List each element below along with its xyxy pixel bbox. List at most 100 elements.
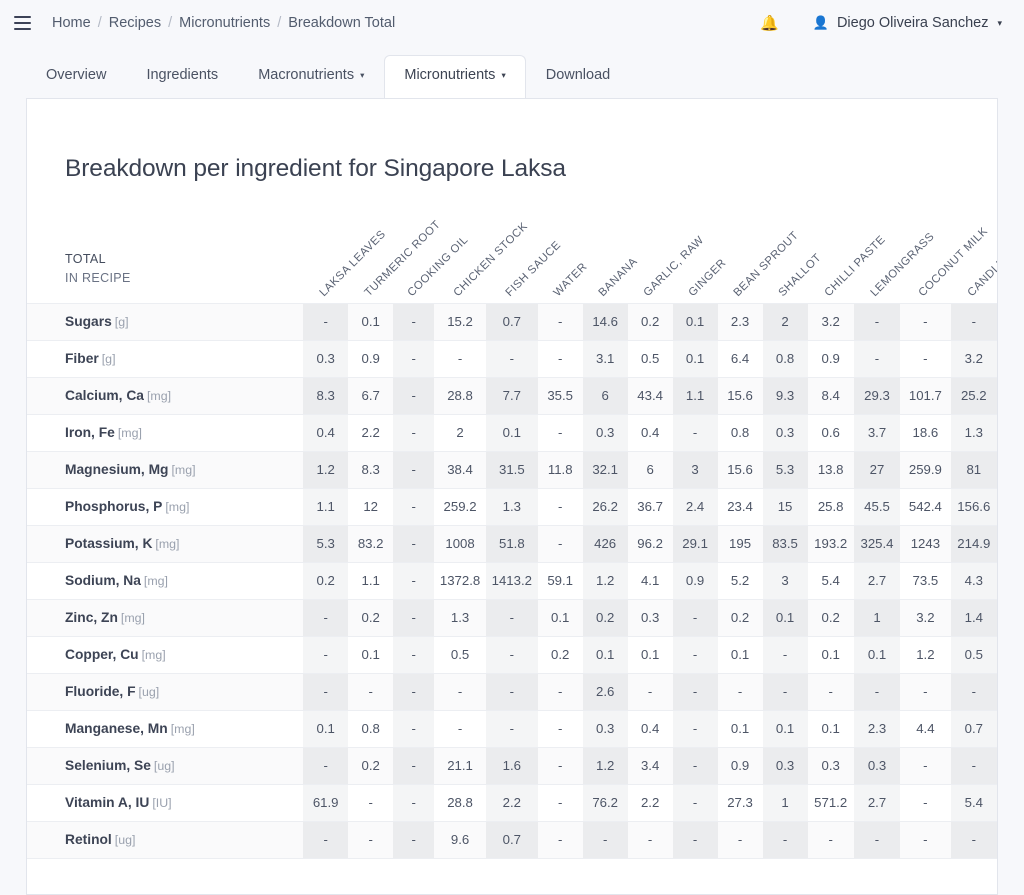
column-header-garlic-raw: GARLIC, RAW [628,203,673,303]
nutrient-name: Fiber [65,351,99,366]
table-cell: 3 [673,451,718,488]
nutrient-name: Phosphorus, P [65,499,162,514]
table-cell: 1.1 [303,488,348,525]
table-cell: 0.2 [808,599,854,636]
table-cell: 1.2 [900,636,950,673]
nutrient-label: Retinol[ug] [27,821,303,858]
breadcrumb-item-micronutrients[interactable]: Micronutrients [179,15,270,31]
top-bar: Home / Recipes / Micronutrients / Breakd… [0,0,1024,46]
table-cell: - [486,599,538,636]
breadcrumb-separator: / [277,15,281,31]
table-scroll-container[interactable]: TOTAL IN RECIPE LAKSA LEAVESTURMERIC ROO… [27,203,997,894]
table-cell: 542.4 [900,488,950,525]
nutrient-unit: [IU] [152,796,171,810]
table-cell: - [673,821,718,858]
table-cell: 28.8 [434,377,486,414]
table-cell: 4.3 [951,562,997,599]
table-cell: 15.6 [718,451,763,488]
table-cell: 5.4 [951,784,997,821]
table-cell: 43.4 [628,377,673,414]
nutrient-label: Phosphorus, P[mg] [27,488,303,525]
table-cell: - [434,340,486,377]
table-cell: 571.2 [808,784,854,821]
table-cell: 3.1 [583,340,628,377]
table-row: Vitamin A, IU[IU]61.9--28.82.2-76.22.2-2… [27,784,997,821]
tab-macronutrients[interactable]: Macronutrients▾ [238,55,384,99]
nutrient-name: Retinol [65,832,112,847]
breadcrumb-item-home[interactable]: Home [52,15,91,31]
table-header-row: TOTAL IN RECIPE LAKSA LEAVESTURMERIC ROO… [27,203,997,303]
notification-bell-icon[interactable]: 🔔 [760,16,779,31]
table-cell: 1.3 [434,599,486,636]
table-cell: - [393,451,434,488]
table-cell: 26.2 [583,488,628,525]
table-cell: - [538,303,583,340]
table-cell: 1.6 [486,747,538,784]
nutrient-label: Zinc, Zn[mg] [27,599,303,636]
table-cell: 15.2 [434,303,486,340]
nutrient-unit: [mg] [171,722,195,736]
table-cell: 101.7 [900,377,950,414]
table-cell: 18.6 [900,414,950,451]
nutrient-label: Magnesium, Mg[mg] [27,451,303,488]
tab-ingredients[interactable]: Ingredients [126,55,238,99]
table-cell: 0.9 [808,340,854,377]
nutrient-unit: [mg] [171,463,195,477]
table-cell: 0.7 [486,303,538,340]
table-cell: 0.1 [763,710,808,747]
tab-overview[interactable]: Overview [26,55,126,99]
nutrient-unit: [ug] [115,833,136,847]
table-row: Phosphorus, P[mg]1.112-259.21.3-26.236.7… [27,488,997,525]
table-cell: 38.4 [434,451,486,488]
table-cell: 0.2 [538,636,583,673]
table-cell: - [900,821,950,858]
table-cell: 0.3 [808,747,854,784]
table-cell: 61.9 [303,784,348,821]
nutrient-unit: [g] [102,352,116,366]
table-cell: - [951,821,997,858]
table-cell: - [393,710,434,747]
table-cell: 3.4 [628,747,673,784]
table-cell: 195 [718,525,763,562]
page-title: Breakdown per ingredient for Singapore L… [27,115,997,183]
table-cell: - [951,303,997,340]
table-cell: 1.2 [303,451,348,488]
nutrient-name: Vitamin A, IU [65,795,149,810]
table-cell: - [303,599,348,636]
table-cell: - [303,673,348,710]
nutrient-label: Sodium, Na[mg] [27,562,303,599]
table-cell: 25.8 [808,488,854,525]
table-cell: 2 [434,414,486,451]
table-cell: - [393,747,434,784]
table-cell: 1.3 [951,414,997,451]
breadcrumb-item-breakdown-total: Breakdown Total [288,15,395,31]
column-header-laksa-leaves: LAKSA LEAVES [303,203,348,303]
table-cell: - [434,673,486,710]
hamburger-icon[interactable] [14,12,36,34]
nutrient-unit: [mg] [142,648,166,662]
table-cell: 36.7 [628,488,673,525]
column-header-lemongrass: LEMONGRASS [854,203,900,303]
table-cell: - [854,340,900,377]
table-cell: 8.4 [808,377,854,414]
table-row: Fluoride, F[ug]------2.6-------- [27,673,997,710]
table-cell: 1.2 [583,747,628,784]
table-cell: - [393,525,434,562]
table-cell: - [303,821,348,858]
table-cell: 83.5 [763,525,808,562]
breadcrumb-item-recipes[interactable]: Recipes [109,15,161,31]
tab-download[interactable]: Download [526,55,631,99]
user-menu[interactable]: 👤 Diego Oliveira Sanchez ▾ [813,15,1002,31]
table-cell: 0.1 [763,599,808,636]
tab-micronutrients[interactable]: Micronutrients▾ [384,55,525,99]
table-cell: 0.3 [763,414,808,451]
column-header-candle-n: CANDLE N [951,203,997,303]
table-cell: 0.3 [583,710,628,747]
nutrient-label: Calcium, Ca[mg] [27,377,303,414]
table-cell: - [393,562,434,599]
table-cell: 31.5 [486,451,538,488]
table-cell: 0.5 [628,340,673,377]
table-cell: 0.1 [538,599,583,636]
table-cell: 2.7 [854,562,900,599]
table-cell: 1.4 [951,599,997,636]
